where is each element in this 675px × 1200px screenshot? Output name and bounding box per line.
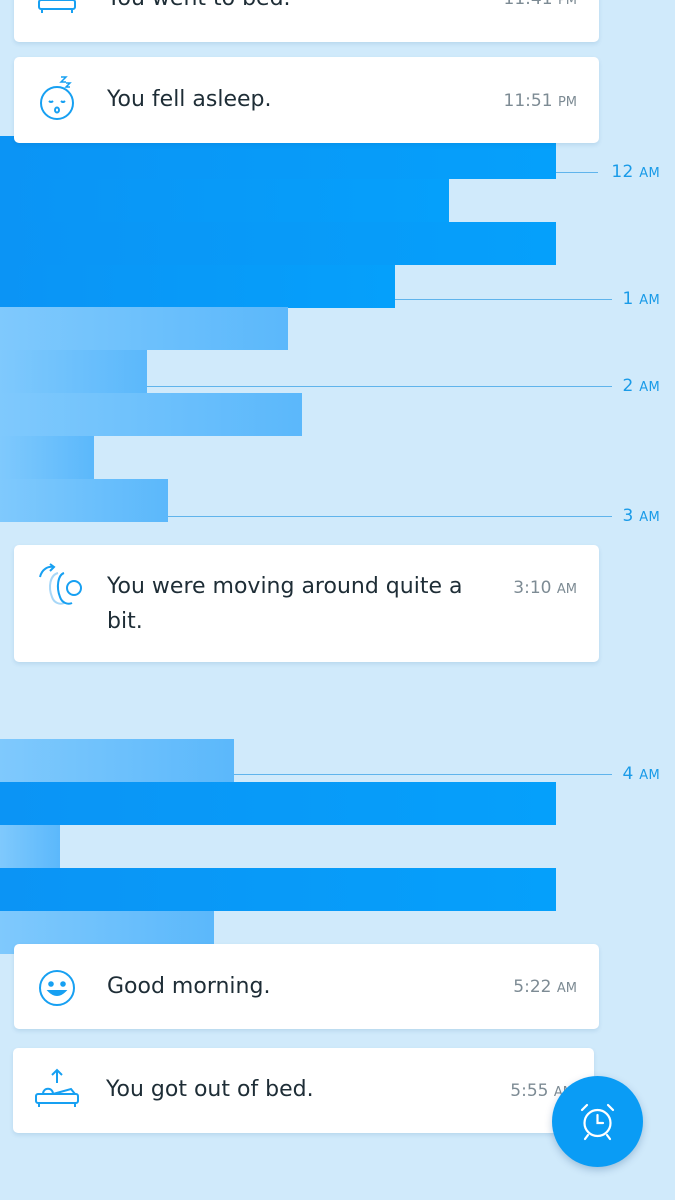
event-text: You got out of bed.	[106, 1077, 314, 1102]
event-card-good-morning[interactable]: Good morning. 5:22 AM	[14, 944, 599, 1029]
event-card-got-out-of-bed[interactable]: You got out of bed. 5:55 AM	[13, 1048, 594, 1133]
event-text: Good morning.	[107, 974, 271, 999]
sleep-bar	[0, 782, 556, 825]
event-text: You were moving around quite a bit.	[107, 574, 463, 634]
sleeping-face-icon	[36, 75, 78, 120]
event-time: 3:10 AM	[513, 578, 577, 598]
sleep-timeline: 12 AM 1 AM 2 AM 3 AM 4 AM You went to be…	[0, 0, 675, 1200]
event-text: You fell asleep.	[107, 87, 272, 112]
sleep-bar	[0, 307, 288, 350]
sleep-bar	[0, 436, 94, 479]
sleep-bar	[0, 179, 449, 222]
sleep-bar	[0, 222, 556, 265]
sleep-bar	[0, 393, 302, 436]
hour-label: 4 AM	[622, 764, 660, 784]
sleep-bar	[0, 265, 395, 308]
hour-label: 1 AM	[622, 289, 660, 309]
alarm-button[interactable]	[552, 1076, 643, 1167]
sleep-bar	[0, 350, 147, 393]
sleep-bar	[0, 739, 234, 782]
hour-label: 2 AM	[622, 376, 660, 396]
tossing-turning-icon	[36, 563, 82, 605]
sleep-bar	[0, 868, 556, 911]
smiling-face-icon	[36, 967, 78, 1009]
bed-out-icon	[33, 1067, 81, 1109]
hour-label: 3 AM	[622, 506, 660, 526]
event-text: You went to bed.	[107, 0, 291, 16]
sleep-bar	[0, 825, 60, 868]
event-card-moving-around[interactable]: You were moving around quite a bit. 3:10…	[14, 545, 599, 662]
event-card-went-to-bed[interactable]: You went to bed. 11:41 PM	[14, 0, 599, 42]
event-time: 11:41 PM	[504, 0, 577, 9]
event-time: 11:51 PM	[503, 91, 577, 111]
event-card-fell-asleep[interactable]: You fell asleep. 11:51 PM	[14, 57, 599, 143]
event-time: 5:22 AM	[513, 977, 577, 997]
hour-label: 12 AM	[611, 162, 660, 182]
bed-icon	[36, 0, 78, 20]
sleep-bar	[0, 479, 168, 522]
